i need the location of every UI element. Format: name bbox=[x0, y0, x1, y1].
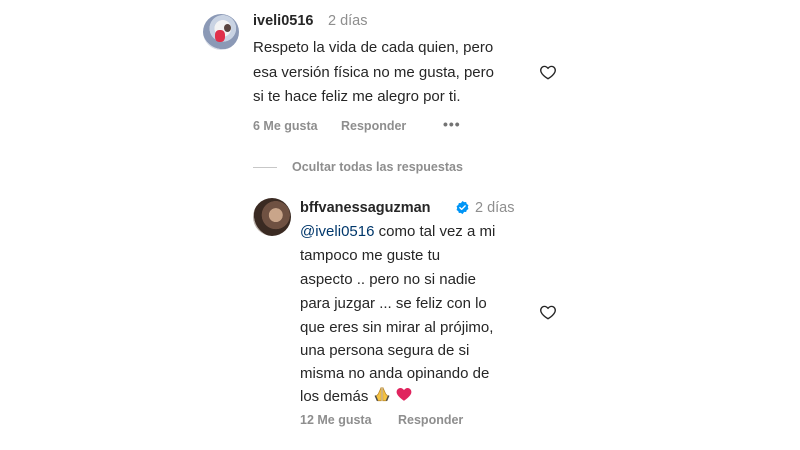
reply-text-line: una persona segura de si bbox=[300, 342, 470, 359]
avatar-detail bbox=[215, 30, 225, 42]
comment-text-line: Respeto la vida de cada quien, pero bbox=[253, 39, 494, 56]
reply-button[interactable]: Responder bbox=[398, 413, 463, 427]
comment-likes[interactable]: 6 Me gusta bbox=[253, 119, 318, 133]
reply-text-line: aspecto .. pero no si nadie bbox=[300, 271, 476, 288]
comment-text-line: esa versión física no me gusta, pero bbox=[253, 64, 494, 81]
reply-text-line: misma no anda opinando de bbox=[300, 365, 490, 382]
reply-likes[interactable]: 12 Me gusta bbox=[300, 413, 372, 427]
reply-text-line-last: los demás bbox=[300, 385, 413, 409]
verified-badge-icon bbox=[456, 200, 469, 215]
praying-hands-icon bbox=[374, 387, 389, 402]
like-heart-icon[interactable] bbox=[538, 63, 558, 81]
comment-time[interactable]: 2 días bbox=[328, 13, 368, 29]
reply-text-line: tampoco me guste tu bbox=[300, 247, 441, 264]
reply-text-fragment: como tal vez a mi bbox=[374, 223, 496, 240]
reply-button[interactable]: Responder bbox=[341, 119, 406, 133]
reply-text-fragment: los demás bbox=[300, 388, 369, 405]
avatar-iveli0516[interactable] bbox=[203, 14, 239, 50]
avatar-detail bbox=[224, 24, 231, 32]
hide-replies-button[interactable]: Ocultar todas las respuestas bbox=[292, 160, 463, 174]
comment-username[interactable]: iveli0516 bbox=[253, 13, 313, 29]
reply-text-line: que eres sin mirar al prójimo, bbox=[300, 319, 494, 336]
avatar-bffvanessaguzman[interactable] bbox=[253, 198, 291, 236]
mention-link[interactable]: @iveli0516 bbox=[300, 223, 374, 240]
reply-text-line: para juzgar ... se feliz con lo bbox=[300, 295, 487, 312]
comment-text-line: si te hace feliz me alegro por ti. bbox=[253, 88, 461, 105]
reply-text-line: @iveli0516 como tal vez a mi bbox=[300, 220, 495, 244]
reply-username[interactable]: bffvanessaguzman bbox=[300, 200, 431, 216]
red-heart-icon bbox=[396, 388, 412, 401]
like-heart-icon[interactable] bbox=[538, 303, 558, 321]
reply-time[interactable]: 2 días bbox=[475, 200, 515, 216]
replies-divider bbox=[253, 167, 277, 168]
more-options-icon[interactable]: ••• bbox=[443, 116, 461, 132]
